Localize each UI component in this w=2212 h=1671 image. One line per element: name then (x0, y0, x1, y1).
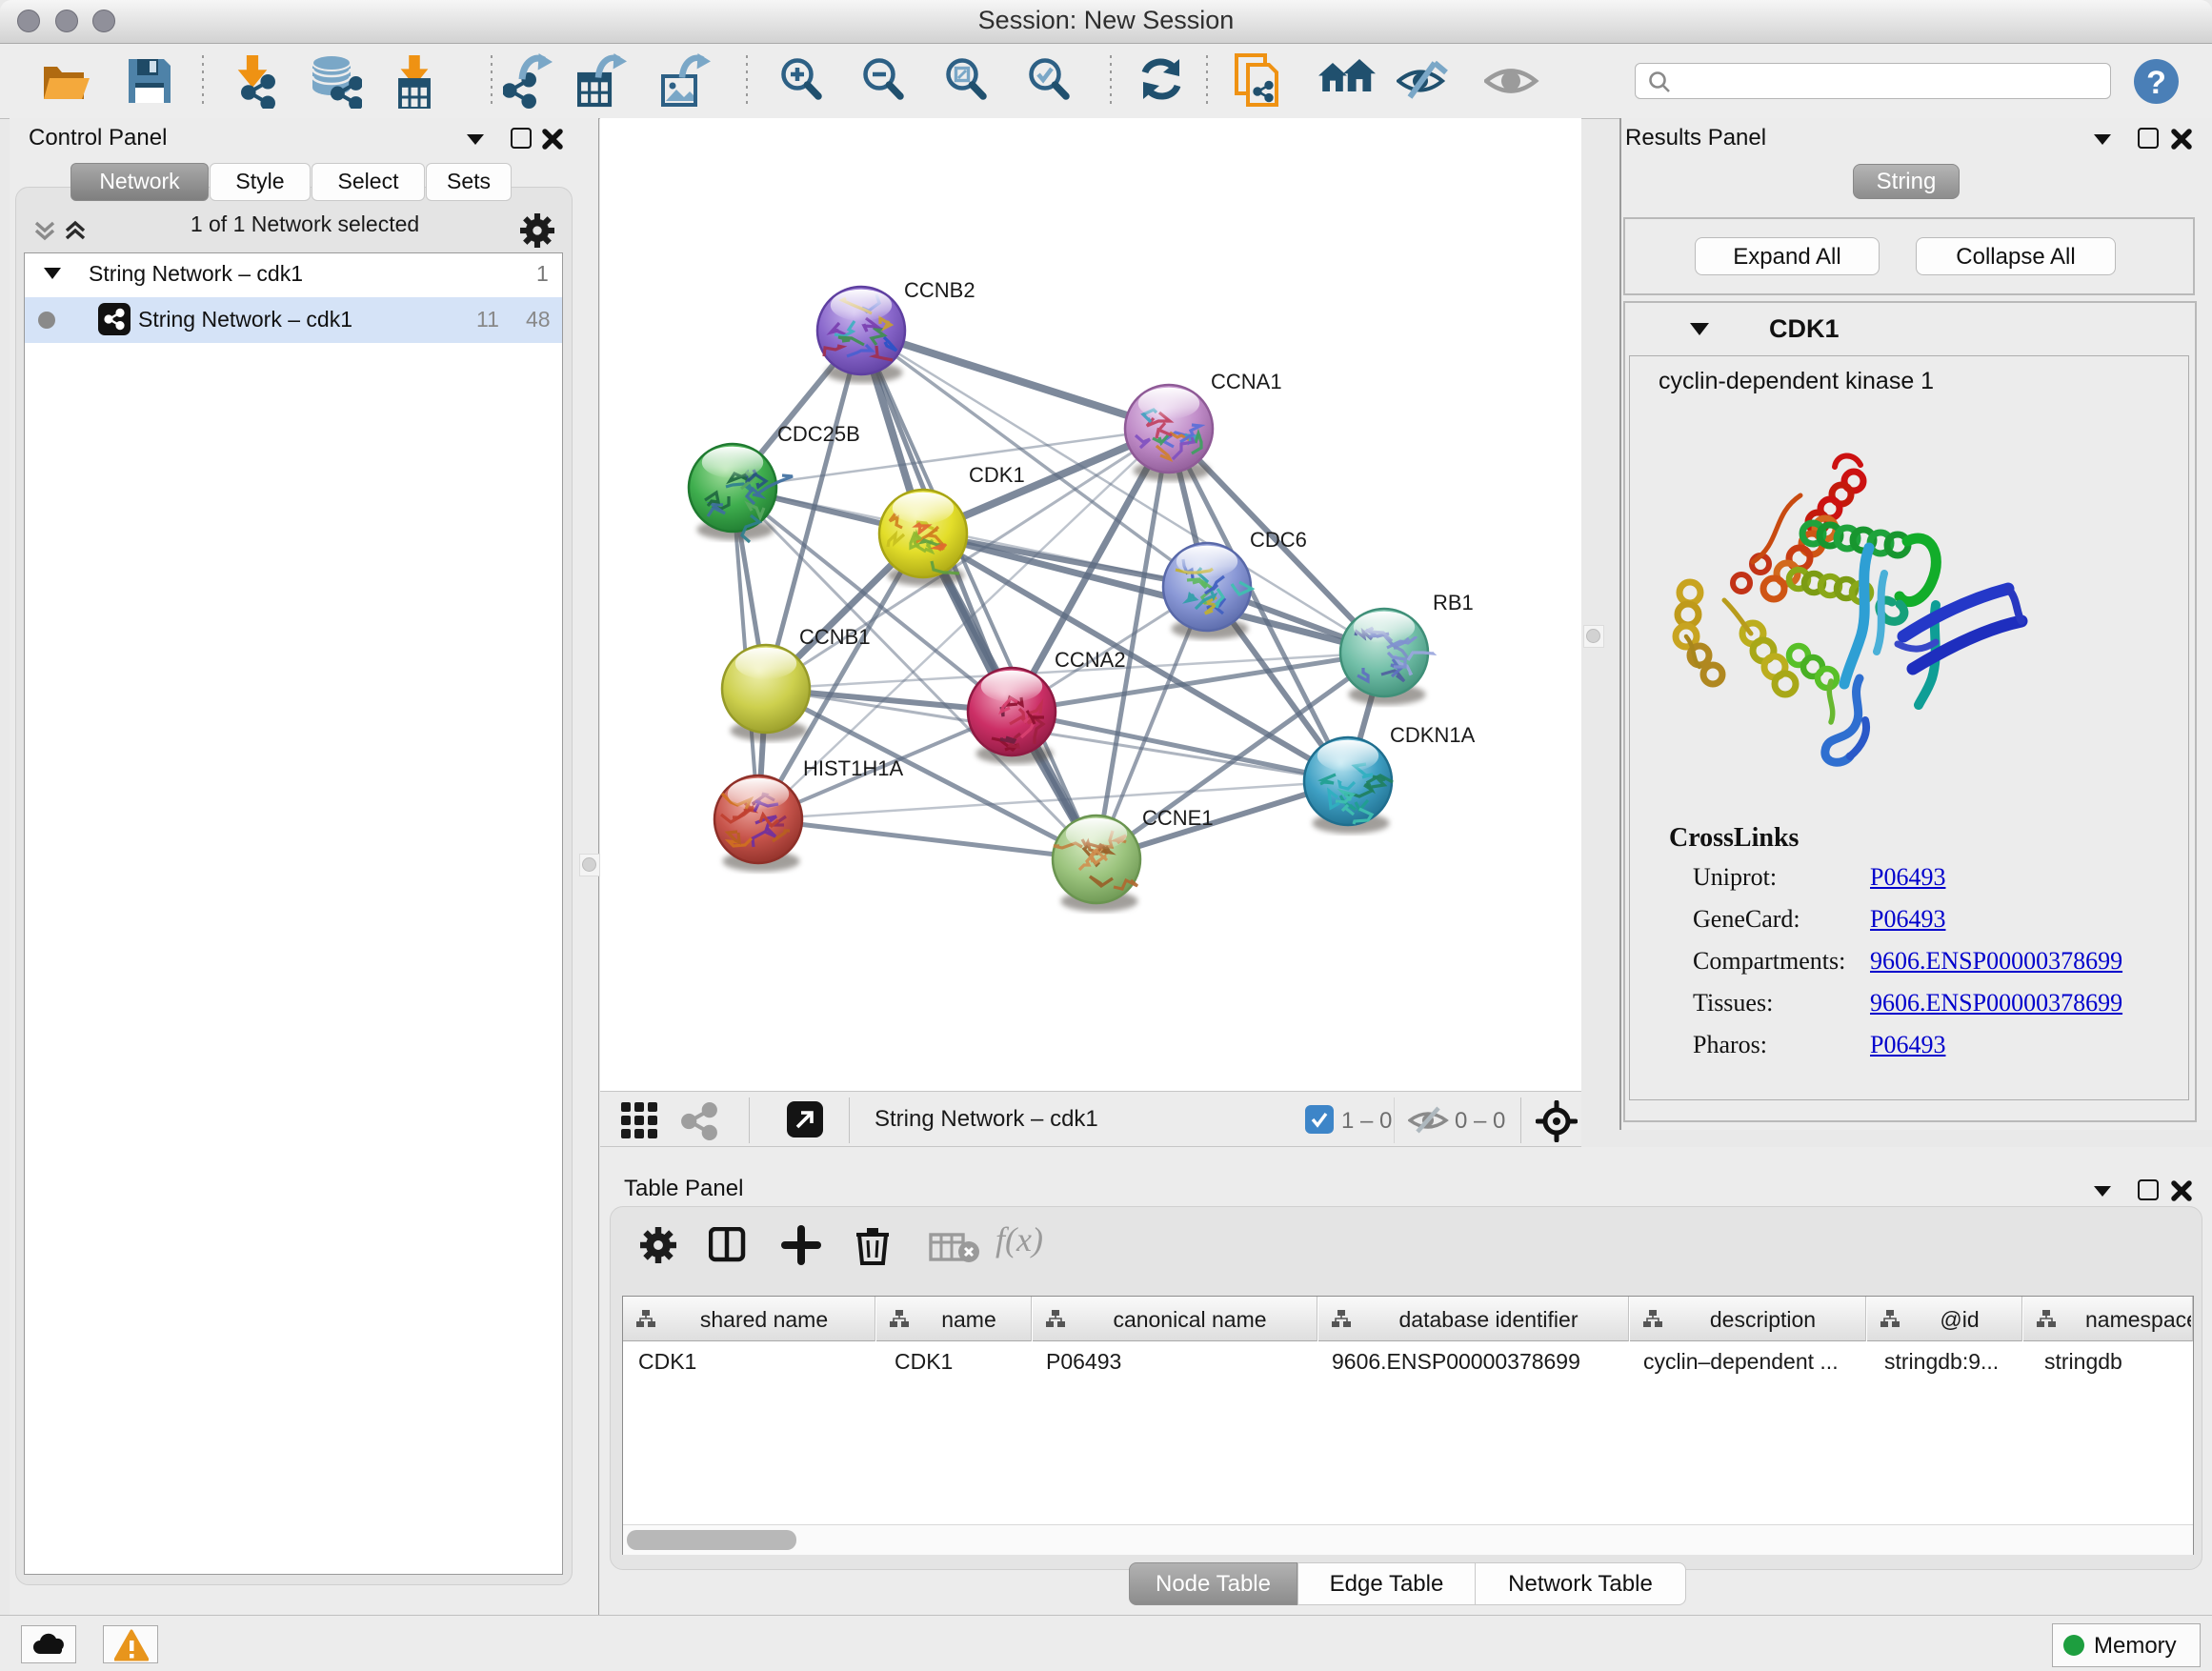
svg-text:HIST1H1A: HIST1H1A (803, 756, 903, 780)
svg-text:CCNA2: CCNA2 (1055, 648, 1126, 672)
svg-text:CDKN1A: CDKN1A (1390, 723, 1476, 747)
svg-text:RB1: RB1 (1433, 591, 1474, 614)
svg-text:CCNA1: CCNA1 (1211, 370, 1282, 393)
svg-text:CCNB2: CCNB2 (904, 278, 975, 302)
svg-text:CDK1: CDK1 (969, 463, 1025, 487)
svg-text:CDC25B: CDC25B (777, 422, 860, 446)
svg-text:CCNB1: CCNB1 (799, 625, 871, 649)
svg-text:CCNE1: CCNE1 (1142, 806, 1214, 830)
svg-text:CDC6: CDC6 (1250, 528, 1307, 552)
